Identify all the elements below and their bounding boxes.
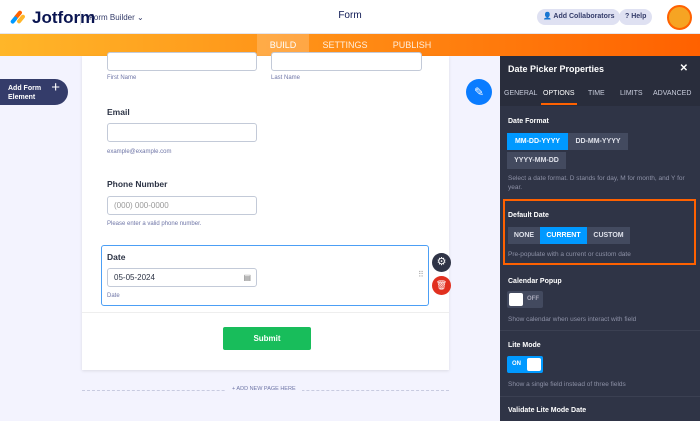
phone-input[interactable]: (000) 000-0000 <box>107 196 257 215</box>
default-current[interactable]: CURRENT <box>540 227 587 244</box>
help-icon: ? <box>625 13 630 20</box>
add-form-element-button[interactable]: Add Form Element + <box>0 79 68 105</box>
validate-lite-mode-label: Validate Lite Mode Date <box>508 407 587 414</box>
date-format-label: Date Format <box>508 118 549 125</box>
email-input[interactable] <box>107 123 257 142</box>
phone-label: Phone Number <box>107 179 168 189</box>
date-format-desc: Select a date format. D stands for day, … <box>508 175 685 191</box>
divider <box>500 396 700 397</box>
gear-icon[interactable]: ⚙ <box>432 253 451 272</box>
phone-sublabel: Please enter a valid phone number. <box>107 221 202 227</box>
toggle-state: OFF <box>527 296 539 302</box>
help-button[interactable]: ? Help <box>619 9 653 25</box>
date-sublabel: Date <box>107 293 120 299</box>
default-custom[interactable]: CUSTOM <box>587 227 630 244</box>
drag-handle-icon[interactable]: ⠿ <box>418 270 424 279</box>
format-dd-mm-yyyy[interactable]: DD-MM-YYYY <box>568 133 628 150</box>
user-icon: 👤 <box>543 13 552 20</box>
add-form-element-label: Add Form Element <box>8 85 42 101</box>
close-icon[interactable]: ✕ <box>680 63 688 74</box>
date-input[interactable]: 05-05-2024 ▤ <box>107 268 257 287</box>
format-yyyy-mm-dd[interactable]: YYYY-MM-DD <box>507 152 566 169</box>
lite-mode-desc: Show a single field instead of three fie… <box>508 381 626 388</box>
tab-advanced[interactable]: ADVANCED <box>653 90 691 97</box>
help-label: Help <box>631 13 647 20</box>
calendar-popup-toggle[interactable]: OFF <box>507 291 543 308</box>
email-label: Email <box>107 107 130 117</box>
email-sublabel: example@example.com <box>107 149 172 155</box>
date-label: Date <box>107 252 126 262</box>
trash-icon[interactable]: 🗑 <box>432 276 451 295</box>
last-name-input[interactable] <box>271 52 422 71</box>
plus-icon: + <box>51 79 60 96</box>
default-date-label: Default Date <box>508 212 549 219</box>
panel-header: Date Picker Properties ✕ <box>500 56 700 84</box>
avatar[interactable] <box>667 5 692 30</box>
first-name-sublabel: First Name <box>107 75 137 81</box>
tab-time[interactable]: TIME <box>588 90 605 97</box>
calendar-icon[interactable]: ▤ <box>243 269 251 286</box>
default-none[interactable]: NONE <box>508 227 540 244</box>
calendar-popup-desc: Show calendar when users interact with f… <box>508 316 637 323</box>
default-date-desc: Pre-populate with a current or custom da… <box>508 251 631 258</box>
lite-mode-toggle[interactable]: ON <box>507 356 543 373</box>
add-collaborators-label: Add Collaborators <box>553 13 615 20</box>
calendar-popup-label: Calendar Popup <box>508 278 562 285</box>
add-new-page-link[interactable]: + ADD NEW PAGE HERE <box>226 386 302 392</box>
toggle-knob <box>509 293 523 306</box>
toggle-knob <box>527 358 541 371</box>
last-name-sublabel: Last Name <box>271 75 301 81</box>
divider <box>82 312 449 313</box>
add-collaborators-button[interactable]: 👤 Add Collaborators <box>537 9 621 25</box>
paint-brush-icon[interactable]: ✎ <box>466 79 492 105</box>
tab-general[interactable]: GENERAL <box>504 90 537 97</box>
date-value: 05-05-2024 <box>114 273 155 282</box>
first-name-input[interactable] <box>107 52 257 71</box>
lite-mode-label: Lite Mode <box>508 342 541 349</box>
panel-title: Date Picker Properties <box>508 64 605 74</box>
properties-panel: Date Picker Properties ✕ GENERAL OPTIONS … <box>500 56 700 421</box>
tab-options[interactable]: OPTIONS <box>543 90 575 97</box>
format-mm-dd-yyyy[interactable]: MM-DD-YYYY <box>507 133 568 150</box>
divider <box>500 330 700 331</box>
submit-button[interactable]: Submit <box>223 327 311 350</box>
tab-limits[interactable]: LIMITS <box>620 90 643 97</box>
active-tab-indicator <box>541 103 577 105</box>
toggle-state: ON <box>512 361 521 367</box>
